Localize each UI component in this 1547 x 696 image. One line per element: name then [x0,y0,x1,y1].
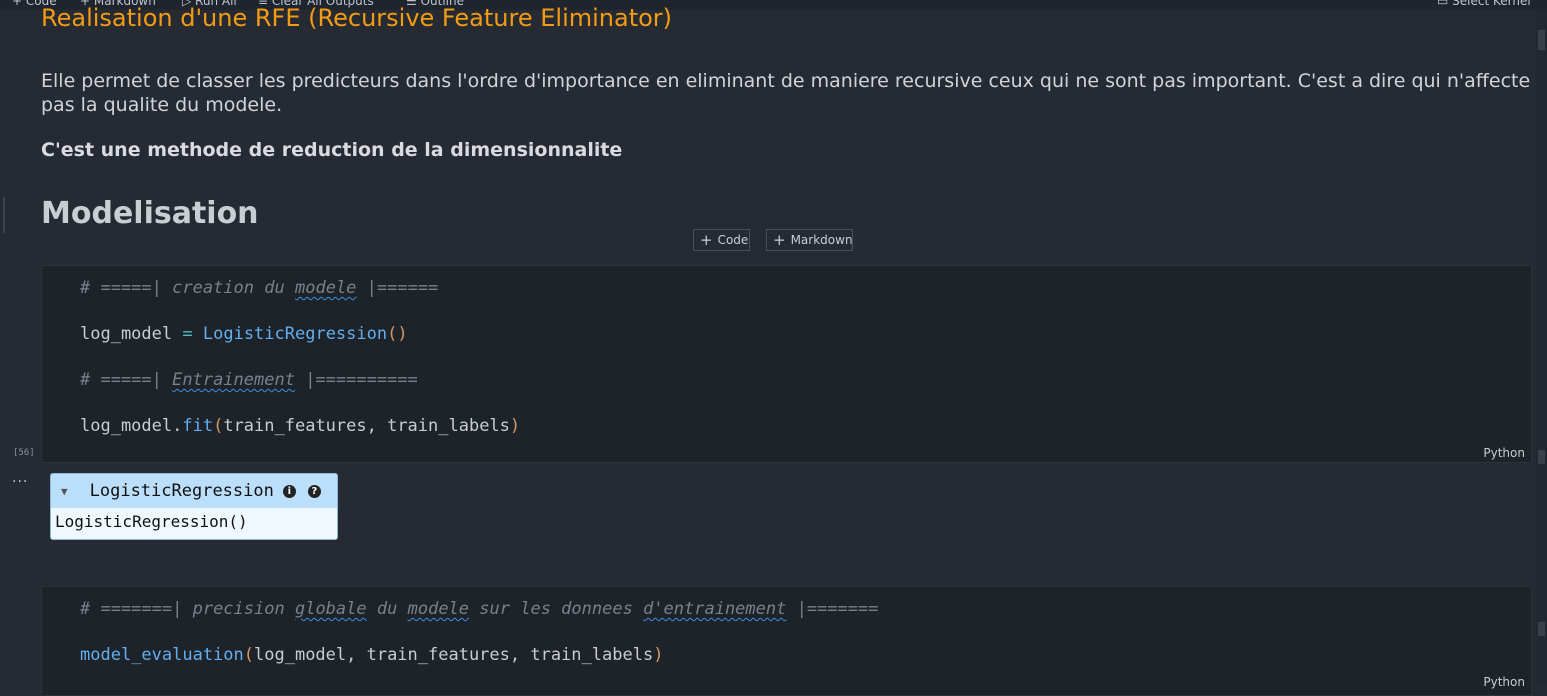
add-markdown-cell-button[interactable]: + Markdown [766,229,853,251]
execution-count: [56] [13,448,35,458]
paren-token: () [387,324,408,344]
paren-token: ( [213,416,224,436]
code-line[interactable]: log_model.fit(train_features, train_labe… [80,416,520,436]
spelling-underlined-word: globale [294,599,367,619]
description-paragraph: Elle permet de classer les predicteurs d… [41,70,1531,116]
comment-text: |====== [356,278,439,298]
code-line[interactable]: # =====| creation du modele |====== [80,278,438,298]
cell-focus-bar [3,197,5,233]
comment-text: |========== [294,370,418,390]
comment-text: du [376,599,398,619]
paren-token: ) [509,416,521,436]
paren-token: ( [243,645,255,665]
comment-text: sur les donnees [479,599,633,619]
plus-icon: + [700,231,713,249]
paren-token: ) [653,645,664,665]
function-token: fit [182,416,214,436]
section-title: Realisation d'une RFE (Recursive Feature… [41,4,673,32]
function-token: LogisticRegression [202,324,388,344]
spelling-underlined-word: modele [295,278,357,298]
add-markdown-label: Markdown [790,233,853,247]
args-token: log_model, train_features, train_labels [254,645,654,665]
vertical-scrollbar[interactable] [1536,10,1547,683]
comment-text: # =====| [80,278,173,298]
comment-text: |======= [786,599,879,619]
comment-text: # =====| [80,370,173,390]
comment-text: du [264,278,285,298]
code-line[interactable]: model_evaluation(log_model, train_featur… [80,645,663,665]
info-icon[interactable]: i [282,484,296,498]
operator-token: = [182,324,193,344]
help-icon[interactable]: ? [307,484,321,498]
variable-token: log_model [80,324,173,344]
spelling-underlined-word: d'entrainement [643,599,787,619]
estimator-name: LogisticRegression [89,481,274,501]
code-line[interactable]: # =======| precision globale du modele s… [80,599,878,619]
spelling-underlined-word: modele [407,599,470,619]
plus-icon: + [773,231,786,249]
estimator-header[interactable]: ▼ LogisticRegression i ? [51,474,337,508]
comment-text: creation [172,278,255,298]
heading-modelisation: Modelisation [41,196,259,231]
cell-language-label[interactable]: Python [1483,675,1525,689]
code-line[interactable]: log_model = LogisticRegression() [80,324,408,344]
select-kernel-button[interactable]: ▭ Select Kernel [1437,0,1531,8]
args-token: train_features, train_labels [223,416,510,436]
bold-note: C'est une methode de reduction de la dim… [41,139,623,161]
code-cell-model-evaluation[interactable]: # =======| precision globale du modele s… [41,586,1532,696]
collapse-triangle-icon[interactable]: ▼ [61,485,68,498]
estimator-output-widget: ▼ LogisticRegression i ? LogisticRegress… [50,473,338,540]
add-code-cell-button[interactable]: + Code [693,229,750,251]
add-code-label: Code [717,233,749,247]
estimator-repr: LogisticRegression() [51,508,337,531]
code-line[interactable]: # =====| Entrainement |========== [80,370,418,390]
comment-text: precision [192,599,285,619]
scrollbar-marker [1538,622,1545,636]
variable-token: log_model. [80,416,183,436]
scrollbar-marker [1538,450,1545,464]
scrollbar-marker [1538,30,1545,50]
select-kernel-label: Select Kernel [1452,0,1531,8]
code-cell-model-creation[interactable]: # =====| creation du modele |====== log_… [41,265,1532,463]
cell-language-label[interactable]: Python [1483,446,1525,460]
output-actions-ellipsis[interactable]: ... [12,470,28,486]
spelling-underlined-word: Entrainement [172,370,295,390]
function-token: model_evaluation [80,645,244,665]
comment-text: # =======| [80,599,193,619]
